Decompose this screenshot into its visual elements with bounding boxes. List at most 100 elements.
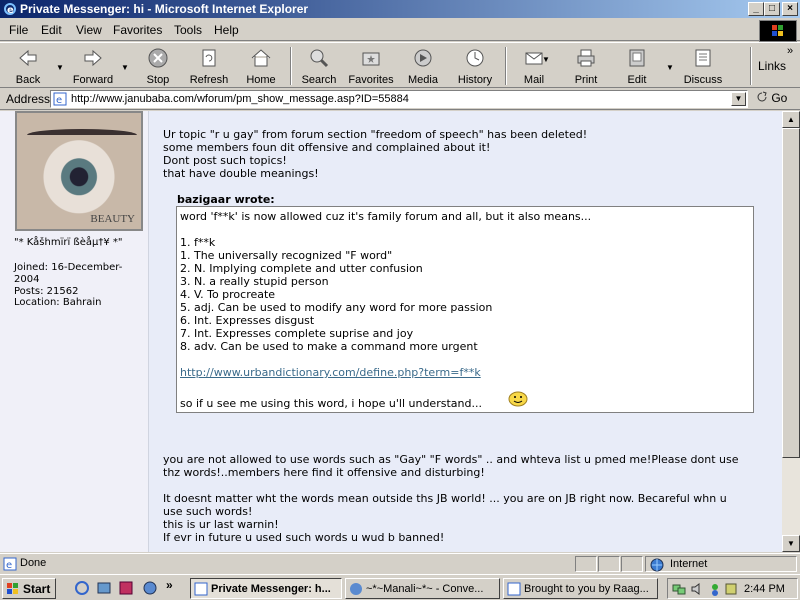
menu-bar: File Edit View Favorites Tools Help: [0, 19, 800, 41]
quicklaunch-app-icon[interactable]: [118, 580, 134, 596]
start-button[interactable]: Start: [2, 578, 56, 599]
quote-list-item: 4. V. To procreate: [180, 288, 276, 301]
task-label: Private Messenger: h...: [211, 583, 331, 595]
address-input[interactable]: e http://www.janubaba.com/wforum/pm_show…: [50, 90, 748, 108]
mail-button[interactable]: Mail: [516, 45, 552, 87]
messenger-tray-icon[interactable]: [708, 582, 722, 596]
stop-button[interactable]: Stop: [140, 45, 176, 87]
quote-list-item: 8. adv. Can be used to make a command mo…: [180, 340, 478, 353]
vertical-scrollbar[interactable]: ▲ ▼: [782, 111, 800, 552]
start-label: Start: [23, 582, 51, 596]
minimize-button[interactable]: _: [748, 2, 764, 16]
quote-list-item: 1. f**k: [180, 236, 216, 249]
refresh-icon: [202, 49, 216, 67]
forward-button[interactable]: Forward: [68, 45, 118, 87]
app-tray-icon[interactable]: [724, 582, 738, 596]
status-cell: [598, 556, 620, 572]
favorites-label: Favorites: [348, 74, 394, 86]
message-body: Ur topic "r u gay" from forum section "f…: [148, 111, 782, 552]
quote-list-item: 1. The universally recognized "F word": [180, 249, 393, 262]
discuss-button[interactable]: Discuss: [682, 45, 724, 87]
back-arrow-icon: [19, 49, 37, 67]
network-tray-icon[interactable]: [672, 582, 686, 596]
message-line: this is ur last warnin!: [163, 518, 279, 531]
windows-flag-icon: [7, 583, 18, 594]
go-label: Go: [771, 91, 788, 105]
clock: 2:44 PM: [744, 583, 785, 595]
quicklaunch-ie-icon[interactable]: [74, 580, 90, 596]
go-button[interactable]: Go: [756, 91, 787, 105]
address-dropdown-icon[interactable]: ▼: [731, 92, 746, 106]
media-button[interactable]: Media: [404, 45, 442, 87]
favorites-button[interactable]: Favorites: [345, 45, 397, 87]
author-username: "* Kåšhmïrï ßèåµ†¥ *": [14, 237, 123, 248]
messenger-task-icon: [350, 583, 362, 595]
scroll-down-icon[interactable]: ▼: [782, 535, 800, 552]
scroll-up-icon[interactable]: ▲: [782, 111, 800, 128]
page-content: BEAUTY "* Kåšhmïrï ßèåµ†¥ *" Joined: 16-…: [0, 111, 782, 552]
printer-icon: [577, 49, 595, 67]
edit-dropdown-icon[interactable]: ▼: [666, 63, 674, 72]
urban-dictionary-link[interactable]: http://www.urbandictionary.com/define.ph…: [180, 366, 481, 379]
message-line: you are not allowed to use words such as…: [163, 453, 739, 466]
back-dropdown-icon[interactable]: ▼: [56, 63, 64, 72]
links-chevron-icon[interactable]: »: [787, 45, 793, 57]
svg-text:e: e: [56, 95, 62, 106]
ie-task-icon: [194, 582, 208, 596]
internet-globe-icon: [650, 558, 664, 572]
links-button[interactable]: Links: [758, 59, 786, 73]
message-line: It doesnt matter wht the words mean outs…: [163, 492, 727, 505]
quote-list-item: 5. adj. Can be used to modify any word f…: [180, 301, 493, 314]
avatar-eyebrow: [27, 129, 137, 141]
quicklaunch-overflow-icon[interactable]: »: [166, 578, 173, 592]
refresh-button[interactable]: Refresh: [187, 45, 231, 87]
system-tray: 2:44 PM: [667, 578, 798, 599]
print-button[interactable]: Print: [568, 45, 604, 87]
taskbar-task-brought-to-you[interactable]: Brought to you by Raag...: [503, 578, 658, 599]
taskbar-task-conversation[interactable]: ~*~Manali~*~ - Conve...: [345, 578, 500, 599]
quicklaunch-messenger-icon[interactable]: [142, 580, 158, 596]
message-line: Dont post such topics!: [163, 154, 287, 167]
home-button[interactable]: Home: [243, 45, 279, 87]
back-button[interactable]: Back: [8, 45, 48, 87]
task-label: ~*~Manali~*~ - Conve...: [366, 583, 484, 595]
address-url: http://www.janubaba.com/wforum/pm_show_m…: [71, 93, 409, 105]
svg-text:e: e: [6, 560, 12, 571]
history-button[interactable]: History: [454, 45, 496, 87]
toolbar-separator: [750, 47, 752, 85]
edit-button[interactable]: Edit: [620, 45, 654, 87]
task-label: Brought to you by Raag...: [524, 583, 649, 595]
quote-box: word 'f**k' is now allowed cuz it's fami…: [176, 206, 754, 413]
menu-tools[interactable]: Tools: [174, 23, 202, 37]
volume-tray-icon[interactable]: [690, 582, 704, 596]
message-line: that have double meanings!: [163, 167, 319, 180]
scroll-thumb[interactable]: [782, 128, 800, 458]
search-label: Search: [301, 74, 337, 86]
smiley-icon: [508, 391, 528, 407]
back-label: Back: [15, 74, 41, 86]
menu-help[interactable]: Help: [214, 23, 239, 37]
quote-author: bazigaar wrote:: [177, 193, 275, 206]
taskbar: Start » Private Messenger: h... ~*~Manal…: [0, 574, 800, 600]
menu-view[interactable]: View: [76, 23, 102, 37]
status-cell: [621, 556, 643, 572]
quote-line: word 'f**k' is now allowed cuz it's fami…: [180, 210, 592, 223]
menu-edit[interactable]: Edit: [41, 23, 62, 37]
mail-label: Mail: [523, 74, 545, 86]
restore-button[interactable]: □: [764, 2, 780, 16]
title-bar: e Private Messenger: hi - Microsoft Inte…: [0, 0, 800, 18]
standard-toolbar: Back ▼ Forward ▼ Stop Refresh Home Searc…: [0, 42, 800, 88]
status-bar: e Done Internet: [0, 553, 800, 573]
search-button[interactable]: Search: [298, 45, 340, 87]
forward-dropdown-icon[interactable]: ▼: [121, 63, 129, 72]
taskbar-task-private-messenger[interactable]: Private Messenger: h...: [190, 578, 342, 599]
forward-label: Forward: [72, 74, 114, 86]
close-button[interactable]: ×: [782, 2, 798, 16]
menu-file[interactable]: File: [9, 23, 28, 37]
quote-list-item: 7. Int. Expresses complete suprise and j…: [180, 327, 414, 340]
quote-line: so if u see me using this word, i hope u…: [180, 397, 482, 410]
zone-label: Internet: [670, 558, 708, 570]
quicklaunch-outlook-icon[interactable]: [96, 580, 112, 596]
mail-dropdown-icon[interactable]: ▼: [542, 55, 550, 64]
menu-favorites[interactable]: Favorites: [113, 23, 162, 37]
